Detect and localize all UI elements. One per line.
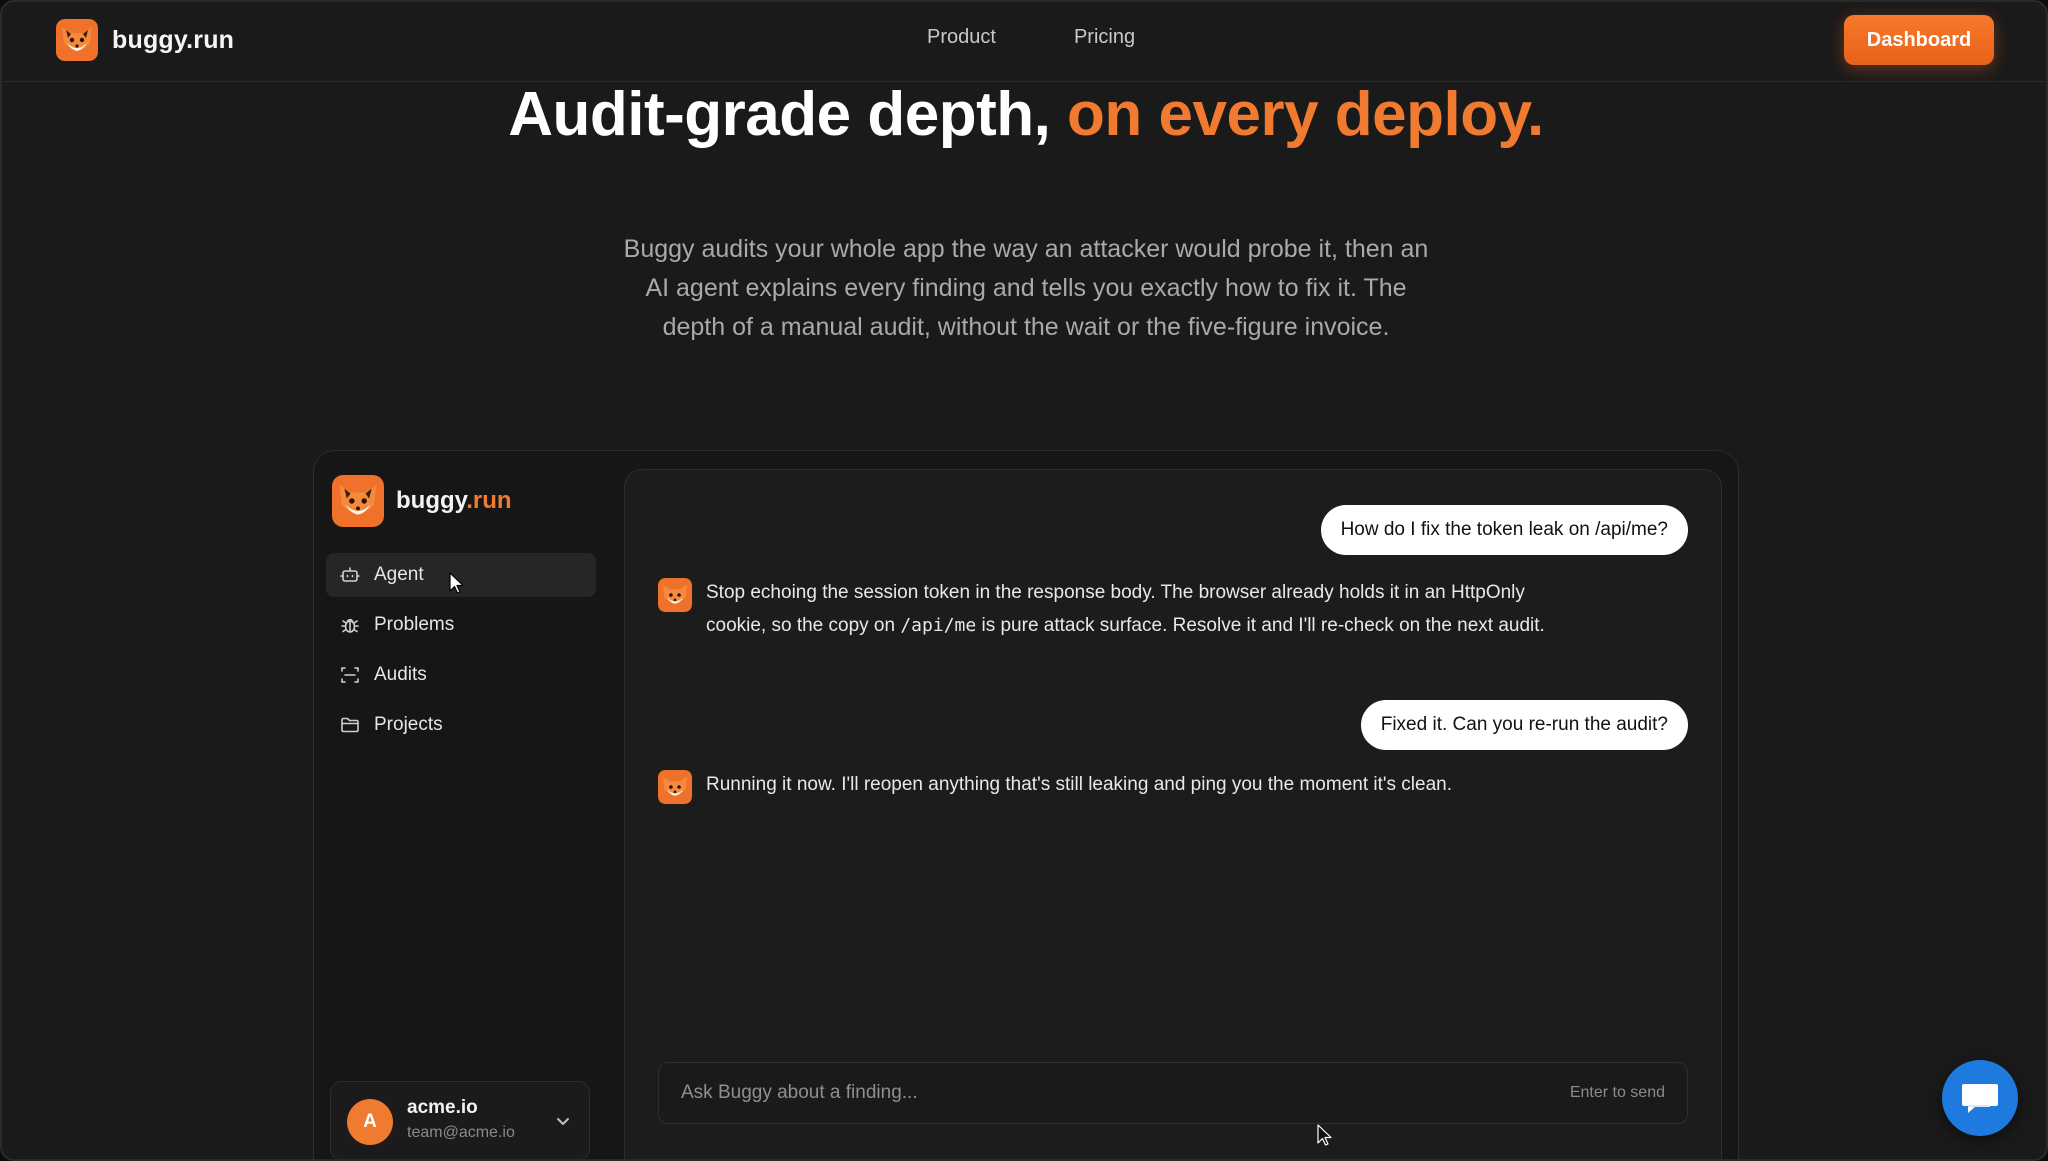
hero-title-main: Audit-grade depth, (508, 80, 1068, 149)
sidebar-item-label: Problems (374, 614, 455, 635)
brand[interactable]: buggy.run (56, 19, 234, 61)
chat-input-box[interactable]: Enter to send (658, 1062, 1688, 1124)
fox-avatar-icon (658, 578, 692, 612)
bot-message-text: Stop echoing the session token in the re… (706, 576, 1566, 642)
sidebar-item-problems[interactable]: Problems (326, 603, 596, 647)
dashboard-button[interactable]: Dashboard (1844, 15, 1994, 65)
sidebar-item-projects[interactable]: Projects (326, 703, 596, 747)
sidebar-brand[interactable]: buggy.run (332, 475, 512, 527)
nav-product-link[interactable]: Product (927, 26, 996, 49)
mouse-cursor-icon (449, 572, 464, 594)
sidebar-brand-tld: .run (466, 487, 512, 514)
chevron-down-icon (557, 1118, 569, 1125)
hero-title-accent: on every deploy. (1067, 80, 1544, 149)
account-email: team@acme.io (407, 1124, 515, 1141)
sidebar-item-audits[interactable]: Audits (326, 653, 596, 697)
sidebar-item-label: Agent (374, 564, 424, 585)
bug-icon (341, 618, 359, 633)
inline-code: /api/me (900, 615, 977, 636)
folder-icon (341, 717, 359, 733)
fox-avatar-icon (658, 770, 692, 804)
fox-logo-icon (332, 475, 384, 527)
fox-logo-icon (56, 19, 98, 61)
top-nav: buggy.run Product Pricing Dashboard (2, 2, 2046, 82)
bot-text-part: is pure attack surface. Resolve it and I… (976, 615, 1545, 636)
bot-message-text: Running it now. I'll reopen anything tha… (706, 774, 1452, 795)
app-preview: buggy.run Agent Problems Audits Projects… (313, 450, 1739, 1159)
scan-icon (341, 667, 359, 683)
account-name: acme.io (407, 1097, 478, 1118)
sidebar-brand-main: buggy (396, 487, 467, 514)
mouse-cursor-icon (1317, 1124, 1332, 1146)
chat-bubble-icon (1962, 1084, 1998, 1113)
bot-message: Running it now. I'll reopen anything tha… (658, 768, 1566, 804)
user-message: Fixed it. Can you re-run the audit? (1360, 700, 1688, 750)
sidebar-item-label: Audits (374, 664, 427, 685)
nav-links: Product Pricing (927, 26, 1135, 49)
robot-icon (340, 567, 360, 582)
hero-title: Audit-grade depth, on every deploy. (2, 84, 2046, 146)
bot-message: Stop echoing the session token in the re… (658, 576, 1566, 642)
hero-subtitle: Buggy audits your whole app the way an a… (623, 235, 1429, 341)
user-message: How do I fix the token leak on /api/me? (1320, 505, 1688, 555)
input-hint: Enter to send (1569, 1084, 1665, 1101)
sidebar-brand-name: buggy.run (396, 487, 512, 515)
page-frame: buggy.run Product Pricing Dashboard Audi… (0, 0, 2048, 1161)
avatar: A (347, 1099, 393, 1145)
chat-panel: How do I fix the token leak on /api/me? … (624, 469, 1722, 1159)
chat-input[interactable] (681, 1063, 1501, 1123)
chat-widget-button[interactable] (1942, 1060, 2018, 1136)
nav-pricing-link[interactable]: Pricing (1074, 26, 1135, 49)
brand-name: buggy.run (112, 25, 235, 54)
account-switcher[interactable]: A acme.io team@acme.io (330, 1081, 590, 1159)
sidebar-item-label: Projects (374, 714, 443, 735)
